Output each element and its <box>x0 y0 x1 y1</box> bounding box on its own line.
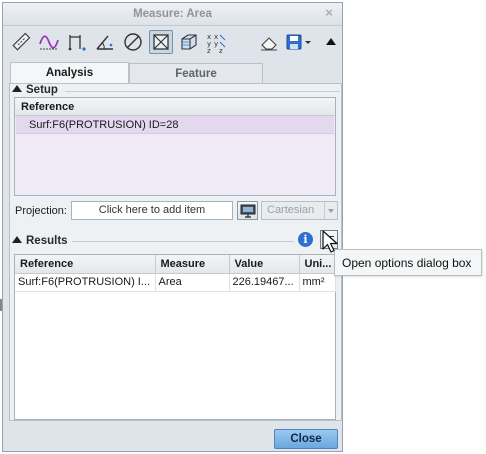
title-bar[interactable]: Measure: Area × <box>3 3 342 26</box>
projection-select-button[interactable] <box>237 201 258 220</box>
results-header-row: Reference Measure Value Uni... <box>15 255 336 274</box>
cell-reference: Surf:F6(PROTRUSION) I... <box>15 273 156 292</box>
ruler-icon[interactable] <box>9 30 33 54</box>
dialog-title: Measure: Area <box>133 8 212 20</box>
coordinate-system-select[interactable]: Cartesian <box>261 201 338 220</box>
column-header-reference[interactable]: Reference <box>15 255 156 274</box>
collapse-triangle-icon <box>12 85 22 92</box>
projection-label: Projection: <box>15 205 67 217</box>
cell-measure: Area <box>155 273 230 292</box>
results-table: Reference Measure Value Uni... Surf:F6(P… <box>15 255 336 292</box>
svg-text:y: y <box>214 40 218 48</box>
monitor-icon <box>240 204 255 218</box>
curve-length-icon[interactable] <box>37 30 61 54</box>
distance-icon[interactable] <box>65 30 89 54</box>
diameter-icon[interactable] <box>121 30 145 54</box>
divider <box>72 241 294 242</box>
column-header-measure[interactable]: Measure <box>155 255 230 274</box>
collapse-triangle-icon <box>12 236 22 243</box>
transform-icon[interactable]: xxyyzz <box>205 30 229 54</box>
volume-icon[interactable] <box>177 30 201 54</box>
info-icon[interactable]: i <box>298 232 313 247</box>
projection-input[interactable]: Click here to add item <box>71 201 233 220</box>
tab-strip: Analysis Feature <box>10 62 341 83</box>
close-icon[interactable]: × <box>322 6 336 20</box>
close-button[interactable]: Close <box>274 429 338 449</box>
cell-value: 226.19467... <box>229 273 300 292</box>
tooltip: Open options dialog box <box>334 249 482 276</box>
results-section-toggle[interactable]: Results <box>12 235 68 249</box>
tab-feature[interactable]: Feature <box>129 63 263 83</box>
column-header-value[interactable]: Value <box>229 255 300 274</box>
results-table-container: Reference Measure Value Uni... Surf:F6(P… <box>14 254 336 420</box>
reference-header: Reference <box>15 98 335 116</box>
setup-section-toggle[interactable]: Setup <box>12 84 58 98</box>
measure-toolbar: xxyyzz <box>6 28 341 58</box>
svg-text:z: z <box>219 47 223 54</box>
analysis-panel: Setup Reference Surf:F6(PROTRUSION) ID=2… <box>9 83 342 421</box>
eraser-icon[interactable] <box>257 30 281 54</box>
results-heading: Results <box>26 235 68 247</box>
measure-dialog: Measure: Area × xxyyzz Analysis Feature … <box>2 2 343 452</box>
area-icon[interactable] <box>149 30 173 54</box>
reference-item[interactable]: Surf:F6(PROTRUSION) ID=28 <box>16 116 334 134</box>
divider <box>65 91 340 92</box>
tab-analysis[interactable]: Analysis <box>10 62 129 83</box>
coordinate-system-value: Cartesian <box>267 204 315 216</box>
collapse-icon[interactable] <box>319 30 343 54</box>
table-row[interactable]: Surf:F6(PROTRUSION) I... Area 226.19467.… <box>15 273 336 292</box>
cell-unit: mm² <box>299 273 336 292</box>
angle-icon[interactable] <box>93 30 117 54</box>
column-header-unit[interactable]: Uni... <box>299 255 336 274</box>
chevron-down-icon <box>324 202 337 219</box>
save-icon[interactable] <box>283 30 315 54</box>
svg-text:z: z <box>207 47 211 54</box>
pointer-cursor-icon <box>322 230 338 253</box>
reference-collector[interactable]: Reference Surf:F6(PROTRUSION) ID=28 <box>14 97 336 196</box>
setup-heading: Setup <box>26 84 58 96</box>
